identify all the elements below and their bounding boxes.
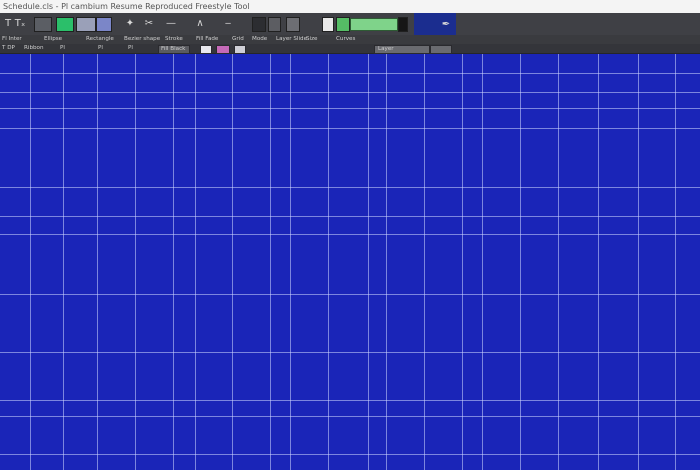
grid-line-vertical	[368, 54, 369, 470]
grid-line-vertical	[63, 54, 64, 470]
option-item[interactable]: Size	[306, 35, 317, 44]
brush-tool-icon[interactable]: ✦	[124, 16, 136, 31]
option-item[interactable]: T DP	[2, 44, 15, 53]
grid-line-vertical	[328, 54, 329, 470]
minus-tool-icon[interactable]: ‒	[222, 16, 234, 31]
option-item[interactable]: Pl	[128, 44, 133, 53]
line-tool-icon[interactable]: —	[165, 16, 177, 31]
scissors-tool-icon[interactable]: ✂	[143, 16, 155, 31]
title-bar: Schedule.cls - Pl cambium Resume Reprodu…	[0, 0, 700, 14]
white-color-swatch[interactable]	[322, 17, 334, 32]
grid-line-vertical	[232, 54, 233, 470]
grid-line-horizontal	[0, 216, 700, 217]
grid-line-vertical	[462, 54, 463, 470]
grid-line-vertical	[195, 54, 196, 470]
options-bar: Fl Inter Ellipse Rectangle Bezier shape …	[0, 35, 700, 44]
grid-line-vertical	[558, 54, 559, 470]
option-item[interactable]: Grid	[232, 35, 244, 44]
option-item[interactable]: Rectangle	[86, 35, 114, 44]
layer-tool-icon[interactable]	[252, 17, 266, 32]
text-tool-icon[interactable]: T	[2, 16, 14, 31]
grid-line-vertical	[520, 54, 521, 470]
window-title: Schedule.cls - Pl cambium Resume Reprodu…	[3, 2, 250, 11]
fill-dropdown[interactable]: Fill Black	[158, 45, 190, 54]
main-toolbar: T Tₓ ✦ ✂ — ∧ ‒ ✒	[0, 13, 700, 36]
color-swatch-gray[interactable]	[34, 17, 52, 32]
option-item[interactable]: Bezier shape	[124, 35, 160, 44]
angle-tool-icon[interactable]: ∧	[194, 16, 206, 31]
fill-dropdown-label: Fill Black	[161, 46, 186, 52]
green-color-swatch[interactable]	[336, 17, 350, 32]
grid-line-horizontal	[0, 416, 700, 417]
grid-line-vertical	[424, 54, 425, 470]
zoom-tool-icon[interactable]	[268, 17, 281, 32]
stroke-color-swatch[interactable]	[216, 45, 230, 54]
fill-color-swatch[interactable]	[200, 45, 212, 54]
drawing-canvas[interactable]	[0, 54, 700, 470]
color-dropdown-arrow-icon[interactable]	[398, 17, 408, 32]
grid-line-horizontal	[0, 294, 700, 295]
option-item[interactable]: Fill Fade	[196, 35, 218, 44]
pen-tool-icon[interactable]: ✒	[440, 17, 452, 32]
app-window: Schedule.cls - Pl cambium Resume Reprodu…	[0, 0, 700, 470]
grid-line-horizontal	[0, 352, 700, 353]
grid-line-horizontal	[0, 108, 700, 109]
grid-line-horizontal	[0, 92, 700, 93]
grid-line-vertical	[30, 54, 31, 470]
option-item[interactable]: Ribbon	[24, 44, 44, 53]
grid-line-horizontal	[0, 187, 700, 188]
option-item[interactable]: Ellipse	[44, 35, 62, 44]
color-picker-bar[interactable]	[350, 18, 398, 31]
option-item[interactable]: Pl	[98, 44, 103, 53]
grid-line-horizontal	[0, 73, 700, 74]
grid-line-vertical	[386, 54, 387, 470]
font-size-tool-icon[interactable]: Tₓ	[14, 16, 26, 31]
image-tool-icon[interactable]	[76, 17, 96, 32]
layer-dropdown-label: Layer	[378, 46, 394, 52]
layer-dropdown-extra[interactable]	[430, 45, 452, 54]
grid-line-vertical	[135, 54, 136, 470]
grid-line-vertical	[598, 54, 599, 470]
grid-line-horizontal	[0, 234, 700, 235]
grid-line-horizontal	[0, 128, 700, 129]
grid-line-vertical	[173, 54, 174, 470]
layer-dropdown[interactable]: Layer	[374, 45, 430, 54]
option-item[interactable]: Fl Inter	[2, 35, 22, 44]
option-item[interactable]: Stroke	[165, 35, 183, 44]
grid-line-vertical	[97, 54, 98, 470]
grid-line-vertical	[638, 54, 639, 470]
eraser-tool-icon[interactable]	[286, 17, 300, 32]
option-item[interactable]: Layer Slide	[276, 35, 307, 44]
grid-line-vertical	[675, 54, 676, 470]
grid-line-vertical	[290, 54, 291, 470]
brush-preview-panel: ✒	[414, 13, 456, 35]
option-item[interactable]: Mode	[252, 35, 267, 44]
option-item[interactable]: Curves	[336, 35, 355, 44]
secondary-options-bar: T DP Ribbon Pl Pl Pl Fill Black Layer	[0, 44, 700, 54]
layer-swatch[interactable]	[234, 45, 246, 54]
grid-line-vertical	[270, 54, 271, 470]
grid-line-horizontal	[0, 400, 700, 401]
grid-line-vertical	[482, 54, 483, 470]
photo-tool-icon[interactable]	[96, 17, 112, 32]
color-swatch-green[interactable]	[56, 17, 74, 32]
option-item[interactable]: Pl	[60, 44, 65, 53]
grid-line-horizontal	[0, 454, 700, 455]
